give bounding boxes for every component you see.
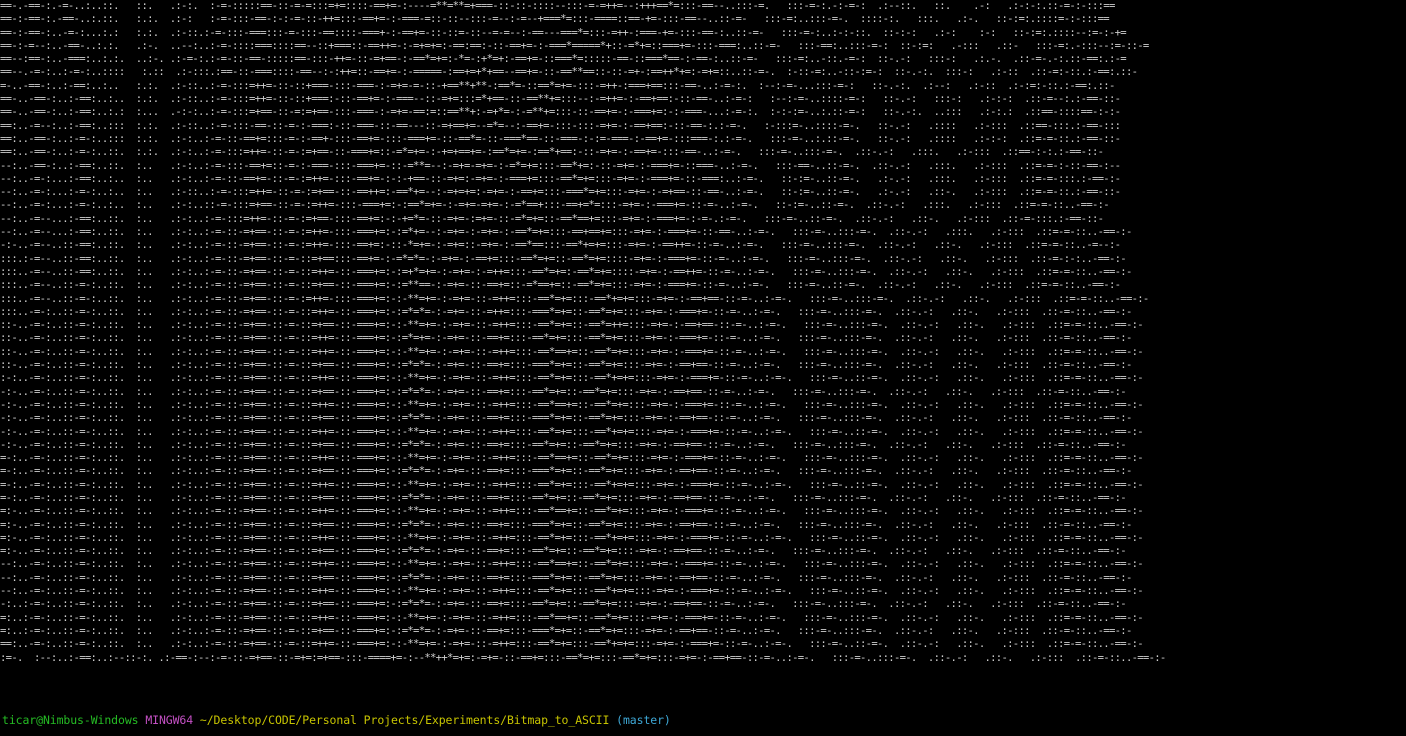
shell-prompt: ticar@Nimbus-Windows MINGW64 ~/Desktop/C… xyxy=(2,712,671,730)
ascii-art-output: ==-.-==-:.-=-..:..::. ::. .:-:. :-=-::::… xyxy=(0,0,1166,664)
prompt-path: ~/Desktop/CODE/Personal Projects/Experim… xyxy=(199,713,610,727)
terminal-window[interactable]: ==-.-==-:.-=-..:..::. ::. .:-:. :-=-::::… xyxy=(0,0,1406,736)
prompt-user-host: ticar@Nimbus-Windows xyxy=(2,713,139,727)
prompt-branch: (master) xyxy=(616,713,671,727)
prompt-system: MINGW64 xyxy=(145,713,194,727)
